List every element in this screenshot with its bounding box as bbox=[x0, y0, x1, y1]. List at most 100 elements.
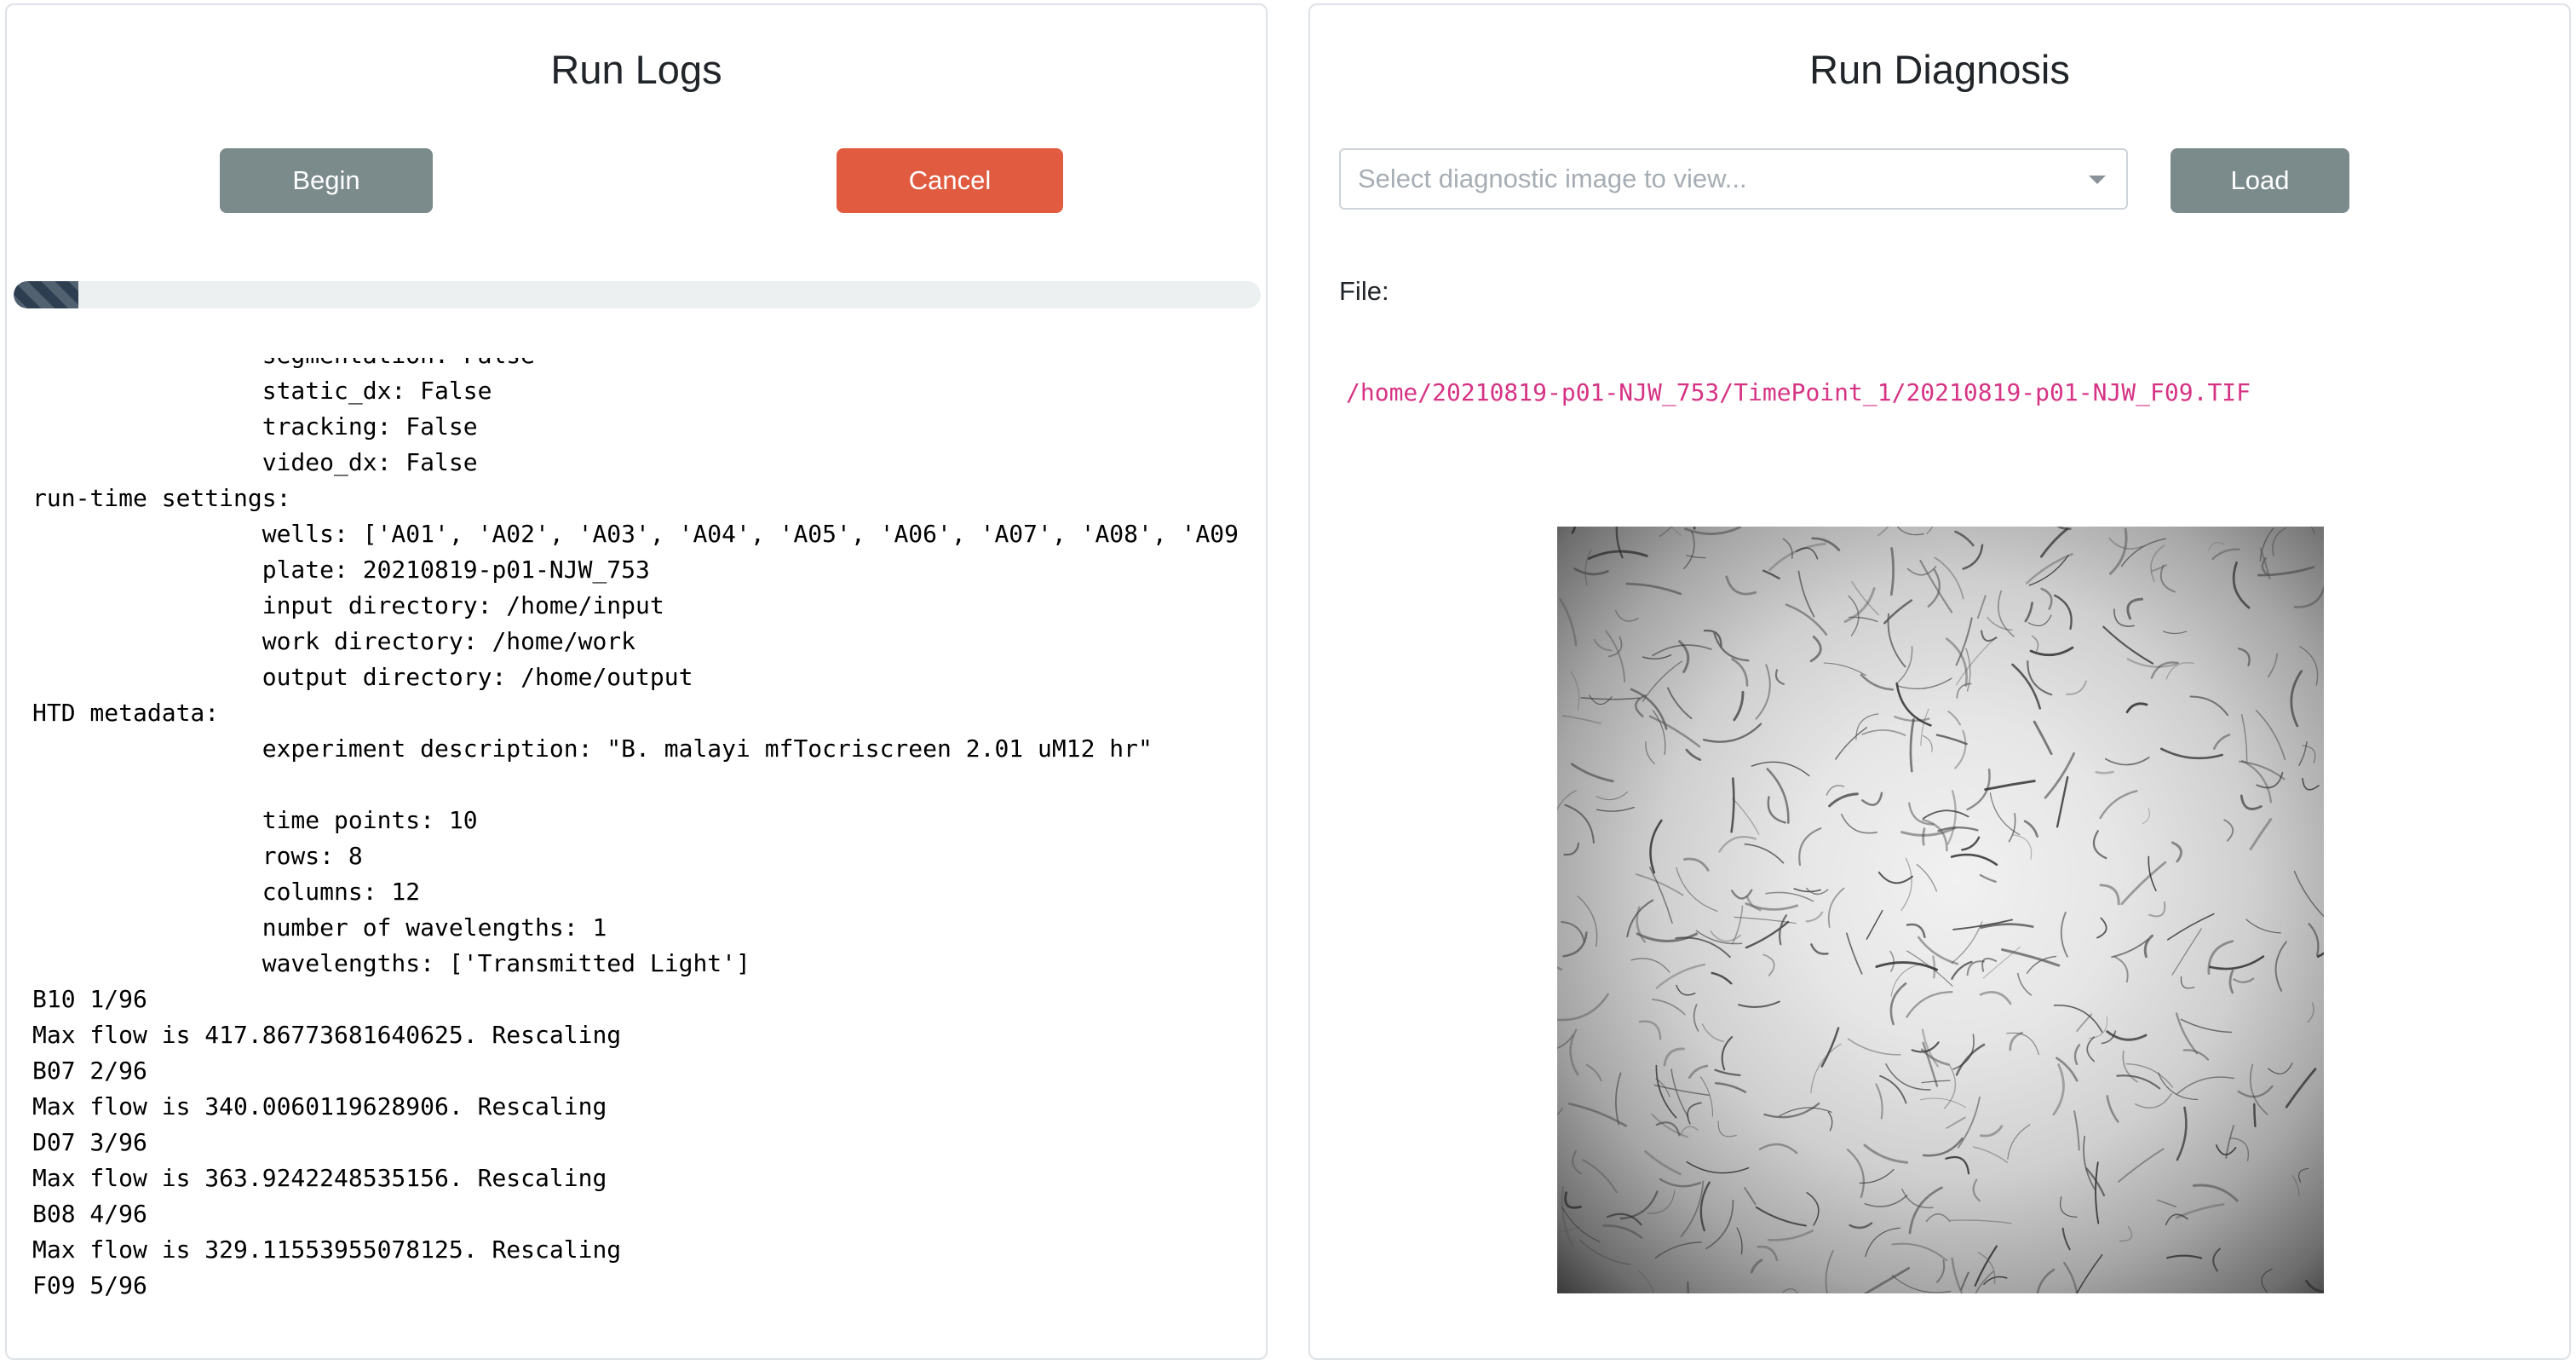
worm-specimen bbox=[1946, 1116, 1966, 1129]
worm-specimen bbox=[2267, 653, 2279, 678]
worm-specimen bbox=[2024, 602, 2033, 623]
worm-specimen bbox=[2268, 1063, 2293, 1074]
worm-specimen bbox=[1966, 768, 1991, 811]
worm-specimen bbox=[1795, 547, 1819, 560]
worm-specimen bbox=[1750, 1258, 1763, 1274]
worm-specimen bbox=[2176, 1106, 2188, 1161]
worm-specimen bbox=[1587, 550, 1648, 561]
worm-specimen bbox=[1866, 909, 1883, 940]
begin-analysis-button[interactable]: Begin analysis bbox=[220, 148, 433, 260]
worm-specimen bbox=[1686, 555, 1706, 559]
worm-specimen bbox=[1926, 527, 1934, 534]
worm-specimen bbox=[2104, 757, 2150, 766]
worm-specimen bbox=[2237, 1085, 2274, 1098]
worm-specimen bbox=[2165, 1213, 2188, 1226]
worm-specimen bbox=[2151, 564, 2168, 573]
worm-specimen bbox=[2120, 861, 2167, 906]
worm-specimen bbox=[1564, 803, 1595, 844]
worm-specimen bbox=[1744, 843, 1785, 864]
worm-specimen bbox=[1762, 953, 1775, 976]
worm-specimen bbox=[1900, 857, 1912, 911]
worm-specimen bbox=[1954, 530, 1975, 547]
worm-specimen bbox=[2150, 544, 2165, 583]
worm-specimen bbox=[2007, 1124, 2031, 1160]
worm-specimen bbox=[1557, 993, 1609, 1022]
worm-specimen bbox=[2211, 548, 2240, 561]
log-output[interactable]: segmentation: False static_dx: False tra… bbox=[32, 358, 1251, 1338]
worm-specimen bbox=[1950, 853, 1998, 867]
worm-specimen bbox=[2192, 1184, 2239, 1202]
worm-specimen bbox=[2073, 1110, 2080, 1151]
worm-specimen bbox=[1693, 1004, 1699, 1032]
worm-specimen bbox=[1654, 1241, 1702, 1259]
worm-specimen bbox=[2274, 941, 2287, 992]
worm-specimen bbox=[1744, 1187, 1757, 1206]
worm-specimen bbox=[1686, 1161, 1750, 1174]
worm-specimen bbox=[1557, 965, 1562, 971]
worm-specimen bbox=[1730, 777, 1735, 833]
worm-specimen bbox=[2119, 1225, 2132, 1242]
worm-specimen bbox=[1916, 864, 1938, 892]
worm-specimen bbox=[1645, 740, 1655, 764]
worm-specimen bbox=[1849, 1222, 1873, 1230]
worm-specimen bbox=[1889, 950, 1895, 972]
worm-specimen bbox=[2148, 901, 2166, 918]
worm-specimen bbox=[1825, 1250, 1834, 1293]
worm-specimen bbox=[2106, 1030, 2148, 1041]
worm-specimen bbox=[2232, 562, 2251, 609]
worm-specimen bbox=[2228, 969, 2234, 994]
worm-specimen bbox=[2031, 635, 2039, 653]
worm-specimen bbox=[2162, 631, 2188, 635]
worm-specimen bbox=[2096, 917, 2107, 939]
worm-specimen bbox=[2056, 776, 2069, 828]
worm-specimen bbox=[1826, 785, 1845, 796]
worm-specimen bbox=[1702, 723, 1762, 743]
worm-specimen bbox=[2285, 1068, 2317, 1109]
worm-specimen bbox=[2249, 818, 2273, 851]
worm-specimen bbox=[2180, 976, 2195, 989]
load-image-button[interactable]: Load image bbox=[2171, 148, 2349, 260]
worm-specimen bbox=[2159, 747, 2223, 760]
worm-specimen bbox=[1937, 826, 1979, 832]
worm-specimen bbox=[2291, 1175, 2300, 1197]
worm-specimen bbox=[1875, 961, 1939, 971]
worm-specimen bbox=[1906, 923, 1926, 939]
worm-specimen bbox=[2125, 702, 2148, 714]
worm-specimen bbox=[1584, 549, 1592, 586]
cancel-analysis-button[interactable]: Cancel analysis bbox=[837, 148, 1063, 260]
worm-specimen bbox=[1883, 599, 1913, 625]
worm-specimens bbox=[1557, 527, 2324, 1293]
worm-specimen bbox=[1596, 806, 1635, 812]
worm-specimen bbox=[1908, 1186, 1943, 1235]
worm-specimen bbox=[1980, 1125, 2004, 1138]
worm-specimen bbox=[2066, 680, 2087, 695]
worm-specimen bbox=[1688, 1064, 1709, 1079]
worm-specimen bbox=[2166, 1254, 2203, 1259]
worm-specimen bbox=[1863, 1267, 1910, 1293]
worm-specimen bbox=[1561, 1186, 1574, 1247]
worm-specimen bbox=[2102, 625, 2154, 665]
worm-specimen bbox=[2106, 1095, 2119, 1123]
worm-specimen bbox=[2111, 938, 2149, 959]
worm-specimen bbox=[1638, 1020, 1662, 1040]
worm-specimen bbox=[1767, 796, 1786, 824]
worm-specimen bbox=[1651, 1113, 1688, 1138]
worm-specimen bbox=[1762, 569, 1780, 580]
worm-specimen bbox=[1951, 1257, 1963, 1293]
worm-specimen bbox=[2305, 1279, 2324, 1293]
worm-specimen bbox=[1652, 710, 1666, 755]
worm-specimen bbox=[1561, 921, 1585, 943]
diagnostic-image-select[interactable]: Select diagnostic image to view... bbox=[1339, 148, 2128, 210]
worm-specimen bbox=[1960, 1271, 1969, 1291]
worm-specimen bbox=[2054, 594, 2073, 631]
worm-specimen bbox=[2053, 1005, 2103, 1033]
worm-specimen bbox=[2033, 720, 2053, 756]
worm-specimen bbox=[2095, 770, 2114, 775]
worm-specimen bbox=[2253, 1103, 2257, 1127]
worm-specimen bbox=[2040, 587, 2053, 610]
worm-specimen bbox=[1897, 646, 1913, 683]
worm-specimen bbox=[2299, 646, 2319, 686]
worm-specimen bbox=[2255, 709, 2286, 761]
worm-specimen bbox=[1659, 1178, 1702, 1188]
worm-specimen bbox=[1877, 527, 1889, 537]
